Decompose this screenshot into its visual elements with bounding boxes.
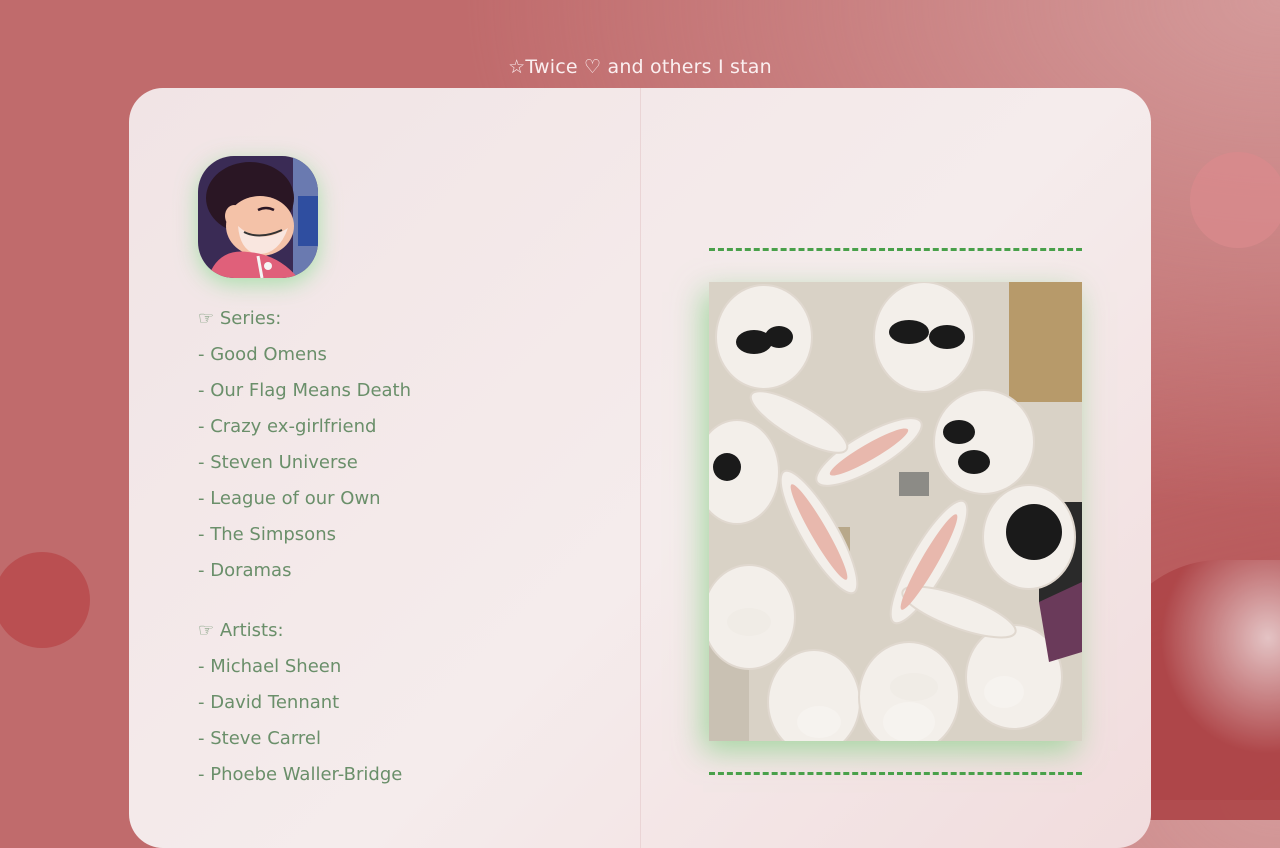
artists-heading: ☞ Artists: (198, 620, 284, 641)
avatar[interactable] (198, 156, 318, 278)
list-item: - Our Flag Means Death (198, 380, 412, 401)
decorative-bubble (1190, 152, 1280, 248)
list-item: - Steve Carrel (198, 728, 321, 749)
list-item: - Michael Sheen (198, 656, 342, 677)
steven-universe-avatar-icon (198, 156, 318, 278)
favorites-list: ☞ Series: - Good Omens - Our Flag Means … (198, 306, 411, 798)
dashed-divider (709, 248, 1082, 251)
profile-card: ☞ Series: - Good Omens - Our Flag Means … (129, 88, 1151, 848)
list-item: - Crazy ex-girlfriend (198, 416, 377, 437)
list-item: - Steven Universe (198, 452, 358, 473)
series-heading: ☞ Series: (198, 308, 282, 329)
decorative-bubble (0, 552, 90, 648)
column-divider (640, 88, 641, 848)
list-item: - Doramas (198, 560, 292, 581)
page-title: ☆Twice ♡ and others I stan (508, 56, 772, 78)
dashed-divider (709, 772, 1082, 775)
list-item: - Phoebe Waller-Bridge (198, 764, 403, 785)
list-item: - Good Omens (198, 344, 327, 365)
list-item: - David Tennant (198, 692, 340, 713)
group-photo[interactable] (709, 282, 1082, 741)
list-item: - The Simpsons (198, 524, 336, 545)
group-photo-image (709, 282, 1082, 741)
list-item: - League of our Own (198, 488, 381, 509)
